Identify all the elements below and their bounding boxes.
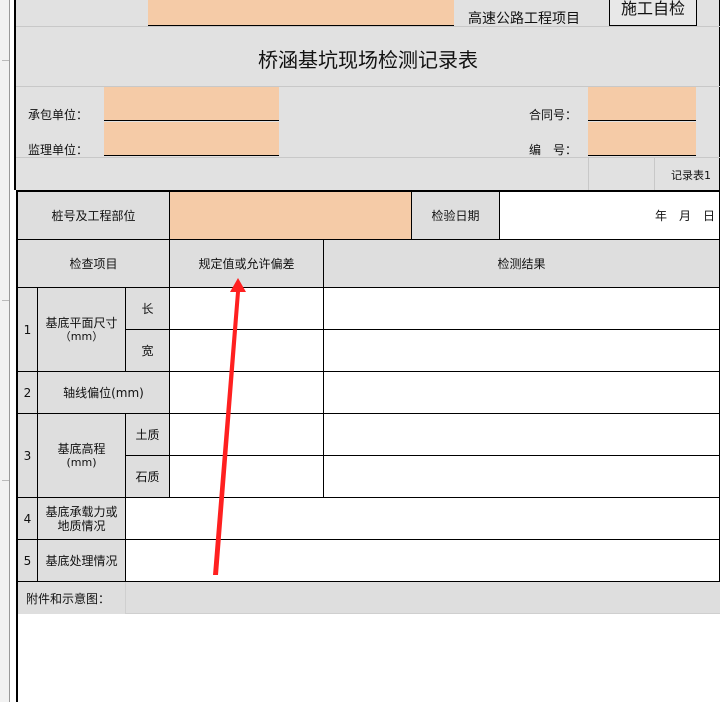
arrow-icon [213,278,246,575]
red-arrow-annotation [213,278,246,575]
